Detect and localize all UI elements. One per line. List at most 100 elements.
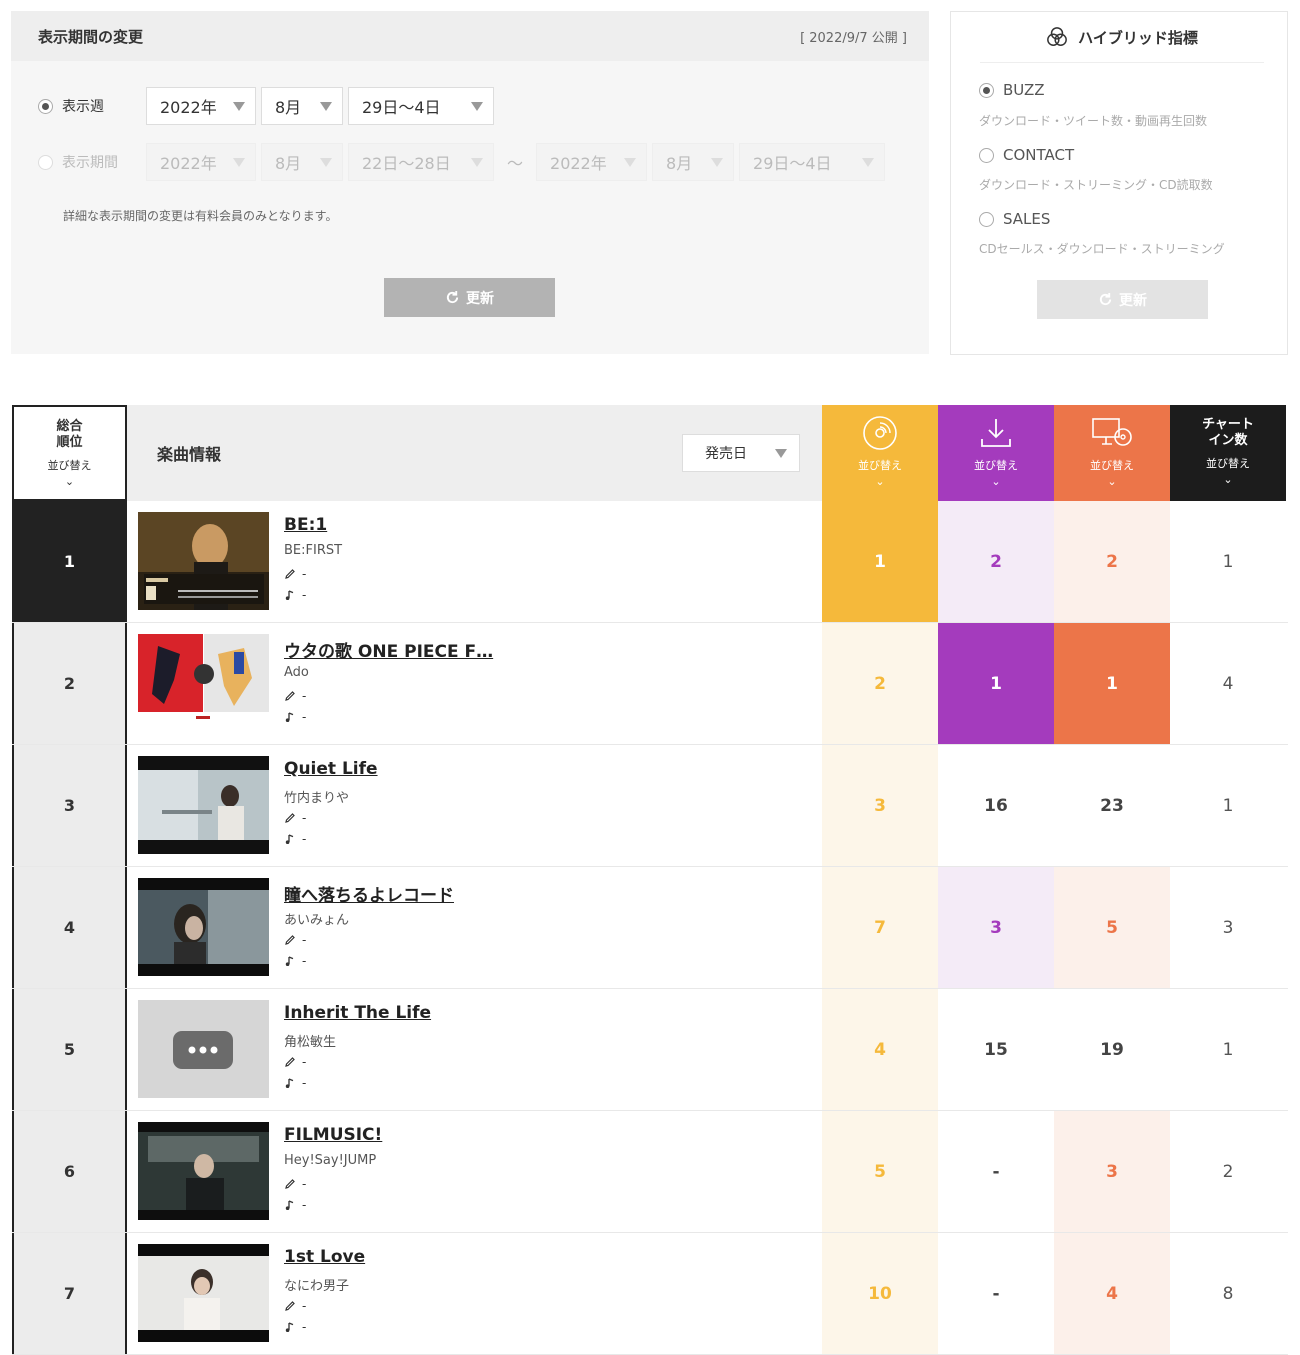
week-month-select[interactable]: 8月	[261, 87, 343, 125]
week-row: 表示週 2022年 8月 29日〜4日	[38, 87, 499, 125]
song-title-link[interactable]: 1st Love	[284, 1247, 365, 1267]
chart-in-sort-header[interactable]: チャート イン数 並び替え ⌄	[1170, 405, 1286, 501]
period-update-button[interactable]: 更新	[384, 278, 555, 317]
sort-select[interactable]: 発売日	[682, 434, 800, 472]
table-row: 1 BE:1 BE:FIRST - - 1 2 2 1	[12, 501, 1288, 623]
chart-in-header-label: チャート イン数	[1202, 417, 1254, 448]
hybrid-option-contact[interactable]: CONTACT	[979, 146, 1074, 164]
range-from-month-value: 8月	[275, 154, 302, 173]
overall-rank: 5	[12, 989, 127, 1110]
video-thumbnail[interactable]	[138, 756, 269, 854]
week-days-select[interactable]: 29日〜4日	[348, 87, 494, 125]
streaming-rank: 3	[822, 745, 938, 866]
streaming-rank: 4	[822, 989, 938, 1110]
lyricist: -	[284, 1177, 306, 1191]
video-thumbnail[interactable]	[138, 1244, 269, 1342]
week-year-select[interactable]: 2022年	[146, 87, 256, 125]
video-thumbnail[interactable]	[138, 512, 269, 610]
refresh-icon	[446, 290, 459, 304]
chevron-down-icon	[624, 157, 637, 167]
song-artist: なにわ男子	[284, 1279, 350, 1294]
chevron-down-icon: ⌄	[1223, 473, 1233, 486]
song-title-link[interactable]: FILMUSIC!	[284, 1125, 382, 1145]
table-body: 1 BE:1 BE:FIRST - - 1 2 2 1 2 ウタの歌 ONE P…	[12, 501, 1288, 1355]
song-title-link[interactable]: Inherit The Life	[284, 1003, 431, 1023]
composer: -	[284, 954, 306, 968]
chevron-down-icon	[320, 157, 332, 167]
video-thumbnail[interactable]	[138, 1122, 269, 1220]
composer-value: -	[302, 954, 307, 968]
streaming-rank: 2	[822, 623, 938, 744]
video-thumbnail[interactable]	[138, 634, 269, 732]
song-title-link[interactable]: BE:1	[284, 515, 327, 535]
sort-label: 並び替え	[1090, 459, 1134, 472]
buzz-radio[interactable]	[979, 82, 994, 98]
song-title-link[interactable]: ウタの歌 ONE PIECE F…	[284, 637, 493, 662]
range-from-year-select[interactable]: 2022年	[146, 143, 256, 181]
table-header: 総合 順位 並び替え ⌄ 楽曲情報 発売日 並び替え ⌄ 並び替え ⌄ 並び替え…	[12, 405, 1288, 501]
streaming-rank: 10	[822, 1233, 938, 1354]
chart-in-count: 1	[1222, 1039, 1234, 1060]
sales-radio[interactable]	[979, 211, 994, 227]
download-sort-header[interactable]: 並び替え ⌄	[938, 405, 1054, 501]
rank-sort-header[interactable]: 総合 順位 並び替え ⌄	[12, 405, 127, 501]
contact-label: CONTACT	[1003, 146, 1075, 164]
video-thumbnail[interactable]	[138, 1000, 269, 1098]
video-sort-header[interactable]: 並び替え ⌄	[1054, 405, 1170, 501]
publish-date: [ 2022/9/7 公開 ]	[800, 30, 907, 46]
sort-label: 並び替え	[858, 459, 902, 472]
range-to-month-select[interactable]: 8月	[652, 143, 735, 181]
chevron-down-icon	[471, 157, 483, 167]
streaming-sort-header[interactable]: 並び替え ⌄	[822, 405, 938, 501]
range-to-month-value: 8月	[666, 154, 693, 173]
lyricist: -	[284, 689, 306, 703]
composer-value: -	[302, 1320, 307, 1334]
music-note-icon	[285, 956, 294, 966]
song-title-link[interactable]: Quiet Life	[284, 759, 378, 779]
composer: -	[284, 588, 306, 602]
video-rank: 4	[1054, 1233, 1170, 1354]
song-artist: 竹内まりや	[284, 791, 350, 806]
info-header-label: 楽曲情報	[157, 445, 222, 464]
download-rank: -	[938, 1233, 1054, 1354]
song-info: ウタの歌 ONE PIECE F… Ado - -	[127, 623, 822, 744]
pencil-icon	[285, 569, 295, 579]
song-title-link[interactable]: 瞳へ落ちるよレコード	[284, 881, 454, 906]
range-to-days-select[interactable]: 29日〜4日	[739, 143, 886, 181]
song-info: BE:1 BE:FIRST - -	[127, 501, 822, 622]
sales-desc: CDセールス・ダウンロード・ストリーミング	[979, 242, 1225, 256]
hybrid-update-button[interactable]: 更新	[1037, 280, 1208, 319]
range-from-year-value: 2022年	[160, 154, 217, 173]
period-title: 表示期間の変更	[38, 27, 144, 46]
hybrid-option-sales[interactable]: SALES	[979, 210, 1050, 228]
hybrid-option-buzz[interactable]: BUZZ	[979, 81, 1045, 99]
download-icon	[981, 419, 1011, 447]
range-to-year-select[interactable]: 2022年	[536, 143, 648, 181]
composer-value: -	[302, 1076, 307, 1090]
contact-radio[interactable]	[979, 147, 994, 163]
table-row: 2 ウタの歌 ONE PIECE F… Ado - - 2 1 1 4	[12, 623, 1288, 745]
chevron-down-icon: ⌄	[875, 475, 885, 488]
video-thumbnail[interactable]	[138, 878, 269, 976]
monitor-disc-icon	[1092, 418, 1132, 446]
range-radio[interactable]	[38, 154, 53, 170]
download-rank: 3	[938, 867, 1054, 988]
music-note-icon	[285, 712, 294, 722]
chevron-down-icon: ⌄	[991, 475, 1001, 488]
table-row: 5 Inherit The Life 角松敏生 - - 4 15 19 1	[12, 989, 1288, 1111]
period-panel: 表示期間の変更 [ 2022/9/7 公開 ] 表示週 2022年 8月 29日…	[11, 11, 929, 354]
sales-label: SALES	[1003, 210, 1051, 228]
range-from-month-select[interactable]: 8月	[261, 143, 343, 181]
range-to-days-value: 29日〜4日	[753, 154, 832, 173]
range-from-days-select[interactable]: 22日〜28日	[348, 143, 494, 181]
music-note-icon	[285, 1322, 294, 1332]
composer: -	[284, 1198, 306, 1212]
hybrid-update-label: 更新	[1119, 292, 1147, 309]
composer-value: -	[302, 588, 307, 602]
download-rank: 1	[938, 623, 1054, 744]
lyricist-value: -	[302, 1299, 307, 1313]
chart-in-count: 3	[1222, 917, 1234, 938]
week-radio[interactable]	[38, 98, 53, 114]
video-rank: 5	[1054, 867, 1170, 988]
table-row: 7 1st Love なにわ男子 - - 10 - 4 8	[12, 1233, 1288, 1355]
